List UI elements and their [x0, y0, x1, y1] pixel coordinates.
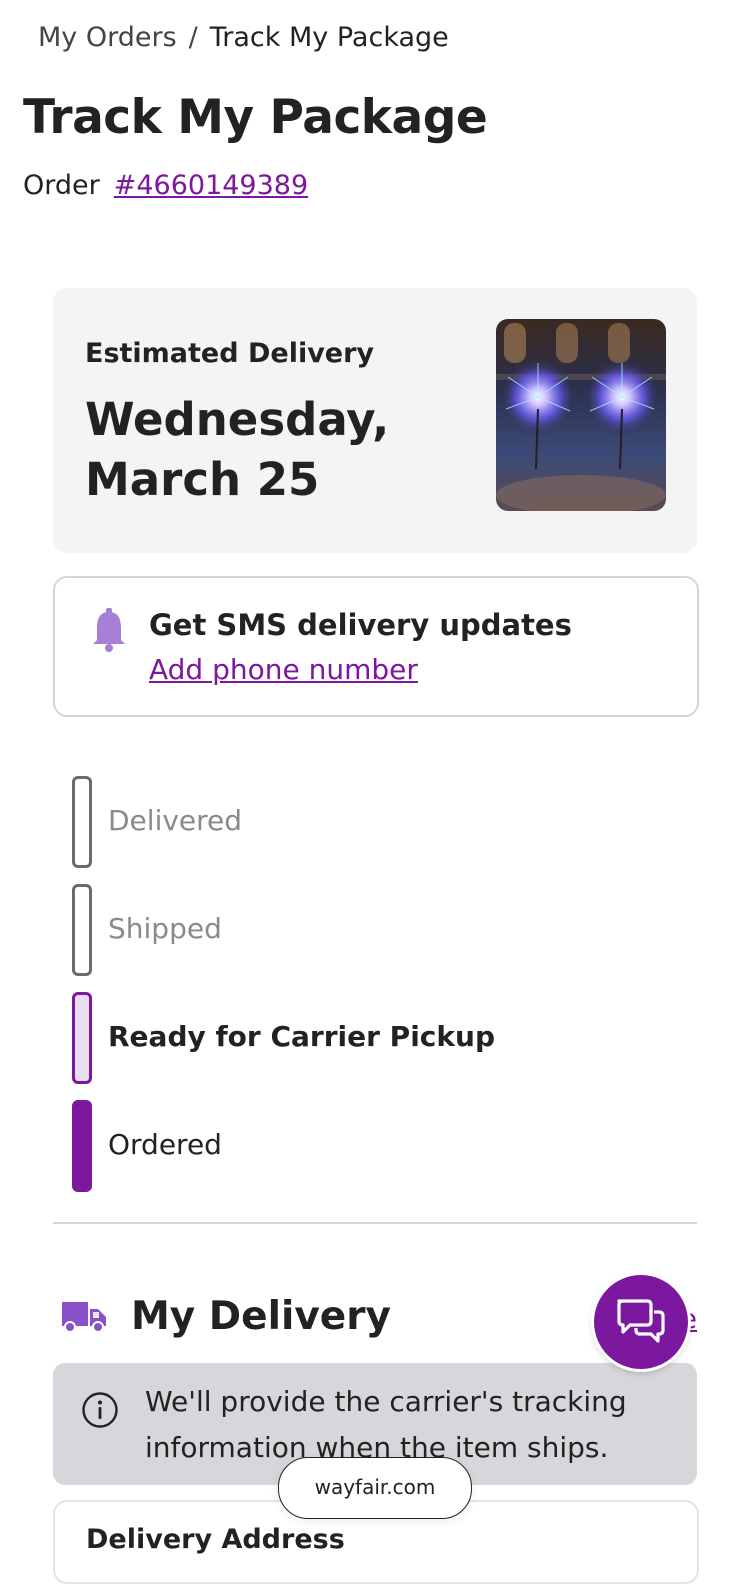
page-title: Track My Package — [23, 90, 488, 145]
timeline-step-shipped: Shipped — [72, 884, 672, 976]
bell-icon — [91, 608, 127, 656]
chat-button[interactable] — [594, 1275, 688, 1369]
product-image[interactable] — [496, 319, 666, 511]
timeline-step-indicator — [72, 776, 92, 868]
estimated-delivery-card: Estimated Delivery Wednesday, March 25 — [53, 288, 697, 553]
browser-url-pill[interactable]: wayfair.com — [278, 1457, 472, 1519]
my-delivery-title: My Delivery — [131, 1294, 391, 1339]
estimated-delivery-date: Wednesday, March 25 — [85, 393, 390, 506]
estimated-delivery-label: Estimated Delivery — [85, 338, 375, 369]
breadcrumb: My Orders / Track My Package — [38, 22, 449, 53]
add-phone-number-link[interactable]: Add phone number — [149, 653, 418, 686]
timeline-step-label: Ordered — [108, 1128, 222, 1161]
timeline-step-indicator — [72, 1100, 92, 1192]
timeline-step-indicator — [72, 884, 92, 976]
order-number-link[interactable]: #4660149389 — [114, 170, 308, 201]
info-icon — [81, 1391, 119, 1433]
timeline-step-label: Shipped — [108, 912, 222, 945]
order-label: Order — [23, 170, 100, 201]
timeline-step-ready-for-pickup: Ready for Carrier Pickup — [72, 992, 672, 1084]
timeline-step-label: Ready for Carrier Pickup — [108, 1020, 495, 1053]
truck-icon — [60, 1300, 108, 1338]
section-divider — [53, 1222, 697, 1224]
breadcrumb-my-orders[interactable]: My Orders — [38, 22, 177, 53]
order-line: Order #4660149389 — [23, 170, 308, 201]
timeline-step-ordered: Ordered — [72, 1100, 672, 1192]
breadcrumb-current: Track My Package — [209, 22, 449, 53]
timeline-step-indicator — [72, 992, 92, 1084]
timeline-step-delivered: Delivered — [72, 776, 672, 868]
sms-updates-card: Get SMS delivery updates Add phone numbe… — [53, 576, 699, 717]
sms-updates-title: Get SMS delivery updates — [149, 608, 572, 642]
delivery-address-title: Delivery Address — [86, 1524, 345, 1555]
timeline-step-label: Delivered — [108, 804, 243, 837]
breadcrumb-separator: / — [188, 22, 198, 53]
